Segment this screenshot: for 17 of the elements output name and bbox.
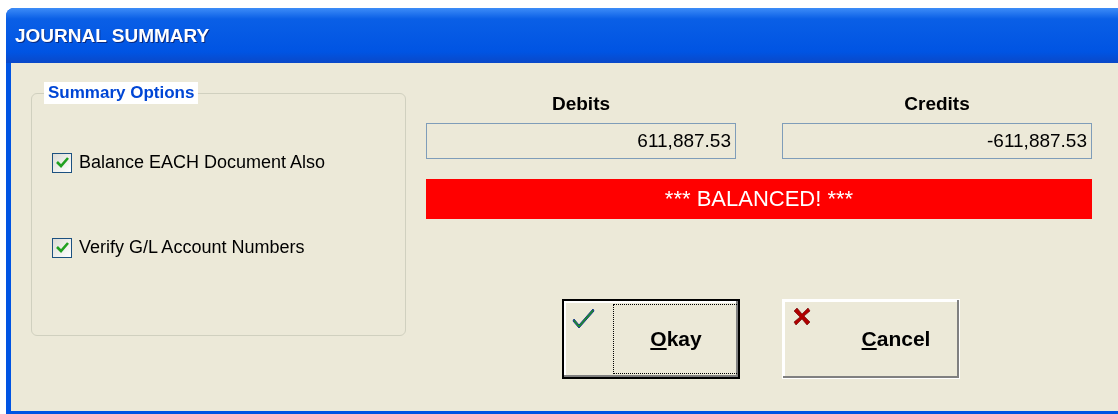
status-banner: *** BALANCED! *** bbox=[426, 179, 1092, 219]
amount-field[interactable]: -611,887.53 bbox=[782, 123, 1092, 159]
checkbox[interactable] bbox=[52, 237, 72, 258]
cancel-button[interactable]: Cancel bbox=[782, 299, 960, 379]
amount-field[interactable]: 611,887.53 bbox=[426, 123, 736, 159]
okay-button[interactable]: Okay bbox=[562, 299, 740, 379]
checkbox[interactable] bbox=[52, 152, 72, 173]
column-label: Debits bbox=[551, 93, 611, 115]
check-icon bbox=[55, 157, 69, 168]
column-label: Credits bbox=[904, 93, 970, 115]
checkbox-option[interactable]: Verify G/L Account Numbers bbox=[52, 237, 405, 258]
x-icon bbox=[791, 306, 813, 328]
window-title: JOURNAL SUMMARY bbox=[15, 24, 210, 47]
check-icon bbox=[55, 242, 69, 253]
group-title: Summary Options bbox=[44, 82, 199, 104]
check-icon bbox=[572, 307, 596, 329]
checkbox-option[interactable]: Balance EACH Document Also bbox=[52, 152, 405, 173]
